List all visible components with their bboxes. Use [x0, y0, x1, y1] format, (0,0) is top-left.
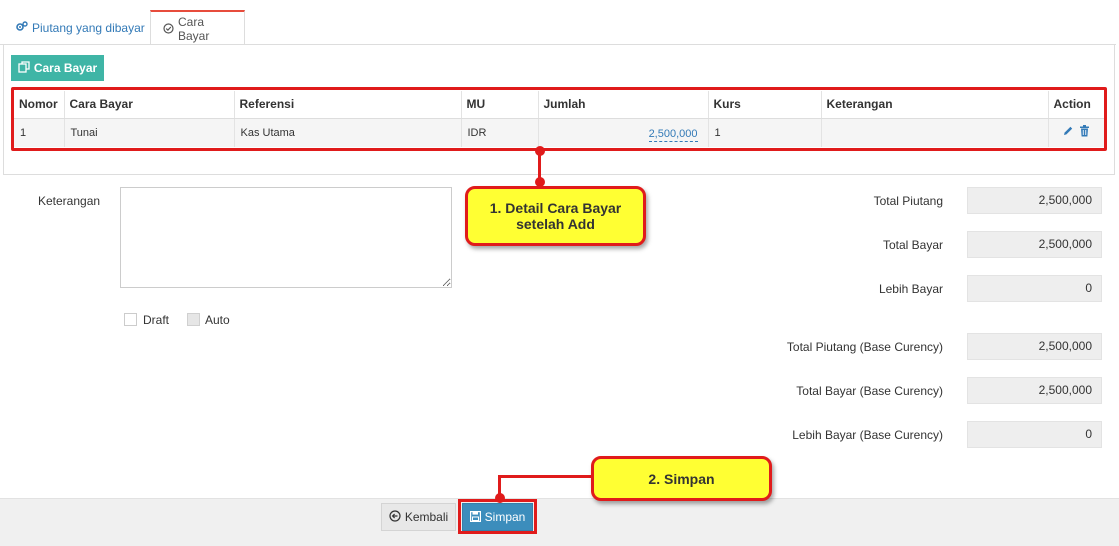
callout-2-dot: [495, 493, 505, 503]
auto-checkbox: [187, 313, 200, 326]
callout-text: 1. Detail Cara Bayar: [489, 200, 622, 216]
col-keterangan: Keterangan: [821, 91, 1049, 119]
keterangan-label: Keterangan: [38, 194, 101, 208]
lebih-bayar-base-field: 0: [967, 421, 1102, 448]
cell-referensi: Kas Utama: [234, 118, 462, 147]
tab-bar: Piutang yang dibayar Cara Bayar: [0, 0, 1119, 46]
draft-label: Draft: [143, 313, 170, 327]
simpan-label: Simpan: [484, 510, 526, 524]
tab-cara-bayar[interactable]: Cara Bayar: [150, 10, 245, 46]
cell-kurs: 1: [708, 118, 822, 147]
col-nomor: Nomor: [14, 91, 65, 119]
cell-jumlah: 2,500,000: [538, 118, 709, 147]
callout-text: 2. Simpan: [648, 470, 715, 487]
callout-1-dot: [535, 146, 545, 156]
add-cara-bayar-button[interactable]: Cara Bayar: [11, 55, 104, 81]
tab-label: Piutang yang dibayar: [32, 20, 145, 35]
total-bayar-base-field: 2,500,000: [967, 377, 1102, 404]
simpan-button[interactable]: Simpan: [462, 503, 533, 531]
col-referensi: Referensi: [234, 91, 462, 119]
lebih-bayar-field: 0: [967, 275, 1102, 302]
callout-text: setelah Add: [516, 216, 595, 232]
total-bayar-label: Total Bayar: [882, 238, 943, 252]
tab-label: Cara Bayar: [178, 15, 210, 43]
arrow-left-circle-icon: [389, 510, 401, 524]
copy-icon: [18, 61, 30, 75]
draft-checkbox[interactable]: [124, 313, 137, 326]
col-jumlah: Jumlah: [538, 91, 709, 119]
callout-2-connector: [498, 475, 593, 478]
total-piutang-label: Total Piutang: [873, 194, 943, 208]
add-button-label: Cara Bayar: [33, 61, 98, 75]
cell-nomor: 1: [14, 118, 65, 147]
save-icon: [469, 510, 481, 524]
total-bayar-field: 2,500,000: [967, 231, 1102, 258]
check-circle-icon: [163, 22, 174, 36]
jumlah-editable[interactable]: 2,500,000: [648, 127, 698, 143]
col-kurs: Kurs: [708, 91, 822, 119]
total-piutang-field: 2,500,000: [967, 187, 1102, 214]
kembali-label: Kembali: [404, 510, 449, 524]
total-piutang-base-label: Total Piutang (Base Curency): [786, 340, 943, 354]
kembali-button[interactable]: Kembali: [381, 503, 456, 531]
total-piutang-base-field: 2,500,000: [967, 333, 1102, 360]
trash-icon[interactable]: [1079, 125, 1090, 140]
auto-label: Auto: [205, 313, 230, 327]
col-mu: MU: [461, 91, 539, 119]
total-bayar-base-label: Total Bayar (Base Curency): [796, 384, 943, 398]
callout-detail-cara-bayar: 1. Detail Cara Bayar setelah Add: [465, 186, 646, 246]
cell-mu: IDR: [461, 118, 539, 147]
col-action: Action: [1048, 91, 1104, 119]
cara-bayar-table: Nomor Cara Bayar Referensi MU Jumlah Kur…: [14, 91, 1104, 147]
keterangan-textarea[interactable]: [120, 187, 452, 288]
table-row: 1 Tunai Kas Utama IDR 2,500,000 1: [14, 118, 1104, 147]
col-cara-bayar: Cara Bayar: [64, 91, 235, 119]
callout-simpan: 2. Simpan: [591, 456, 772, 501]
cell-keterangan: [821, 118, 1049, 147]
lebih-bayar-label: Lebih Bayar: [878, 282, 943, 296]
table-header-row: Nomor Cara Bayar Referensi MU Jumlah Kur…: [14, 91, 1104, 119]
tab-piutang-yang-dibayar[interactable]: Piutang yang dibayar: [4, 10, 157, 45]
cell-cara-bayar: Tunai: [64, 118, 235, 147]
gears-icon: [16, 21, 28, 34]
lebih-bayar-base-label: Lebih Bayar (Base Curency): [792, 428, 943, 442]
pencil-icon[interactable]: [1062, 125, 1074, 140]
footer-bar: [0, 498, 1119, 546]
cell-action: [1048, 118, 1104, 147]
